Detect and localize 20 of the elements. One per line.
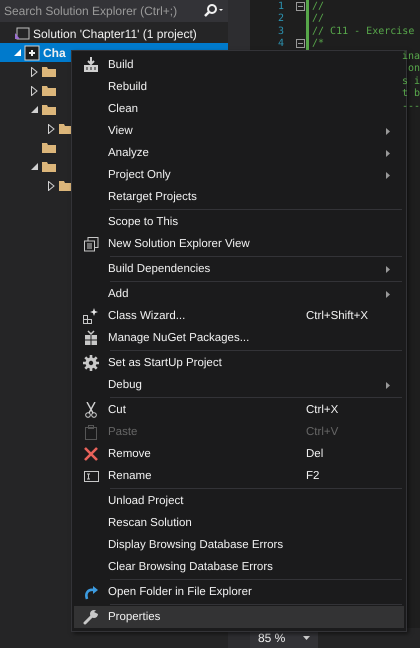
- line-number: 3: [278, 26, 284, 37]
- code-comment: on: [408, 63, 420, 74]
- code-comment: ---: [402, 100, 420, 112]
- tree-item-label: Cha: [43, 46, 66, 60]
- shortcut-label: F2: [306, 470, 320, 482]
- shortcut-label: Ctrl+V: [306, 426, 338, 438]
- shortcut-label: Ctrl+X: [306, 404, 338, 416]
- shortcut-label: Ctrl+Shift+X: [306, 310, 368, 322]
- code-comment: ina: [402, 50, 420, 62]
- code-comment: t b: [402, 88, 420, 100]
- code-comment: s i: [402, 76, 420, 87]
- code-comment: //: [312, 13, 324, 24]
- code-comment: //: [312, 0, 324, 12]
- line-number: 1: [278, 0, 284, 12]
- code-comment: // C11 - Exercise: [312, 26, 414, 37]
- tree-item-label: Solution 'Chapter11' (1 project): [33, 26, 197, 40]
- line-number: 4: [278, 38, 284, 50]
- line-number: 2: [278, 13, 284, 24]
- shortcut-label: Del: [306, 448, 324, 460]
- code-comment: /*: [312, 38, 324, 50]
